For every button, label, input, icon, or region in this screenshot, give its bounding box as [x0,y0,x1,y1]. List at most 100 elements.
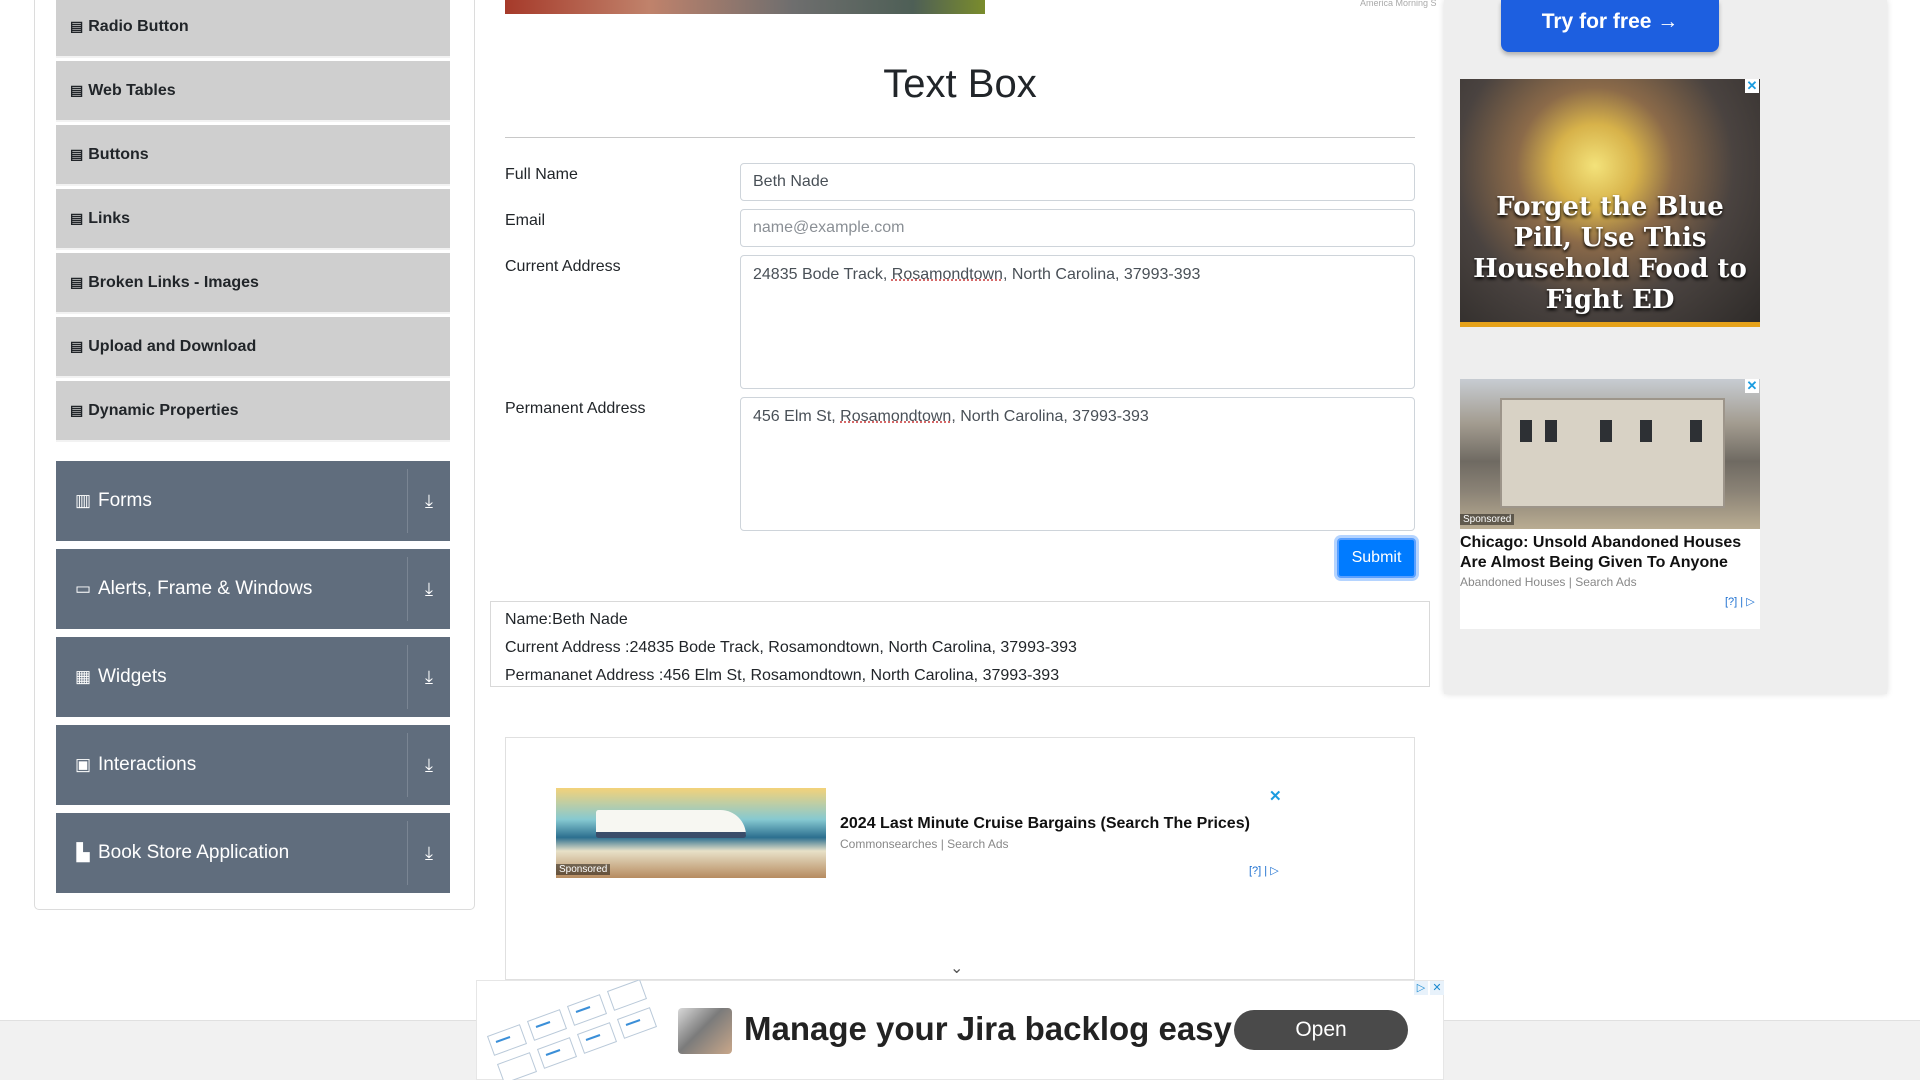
cruise-ship-shape [596,810,746,838]
nav-item-label: Upload and Download [88,337,257,355]
nav-item-web-tables[interactable]: ▤ Web Tables [56,61,450,122]
nav-item-broken-links[interactable]: ▤ Broken Links - Images [56,253,450,314]
house-window [1640,420,1652,442]
full-name-value: Beth Nade [753,173,829,190]
top-ad-image[interactable] [505,0,985,14]
nav-item-upload-download[interactable]: ▤ Upload and Download [56,317,450,378]
permanent-address-text-end: , North Carolina, 37993-393 [951,408,1149,425]
micro-ad-text: America Morning S [1360,0,1437,8]
divider [407,645,408,709]
interactions-icon: ▣ [74,755,92,774]
banner-thumbnail [678,1008,732,1054]
current-address-text-end: , North Carolina, 37993-393 [1002,266,1201,283]
submit-button[interactable]: Submit [1337,538,1416,578]
house-ad-source: Abandoned Houses | Search Ads [1460,575,1637,589]
download-arrow-icon[interactable]: ⤓ [417,838,441,868]
file-icon: ▤ [70,402,84,418]
nav-item-label: Broken Links - Images [88,273,259,291]
current-address-city: Rosamondtown [891,266,1003,283]
file-icon: ▤ [70,18,84,34]
close-icon[interactable]: ✕ [1745,379,1759,393]
current-address-text: 24835 Bode Track, [753,266,892,283]
title-divider [505,137,1415,138]
ad-info-text: [?] | [1725,596,1744,608]
banner-headline[interactable]: Manage your Jira backlog easy [744,1010,1232,1048]
nav-item-label: Dynamic Properties [88,401,239,419]
nav-group-forms[interactable]: ▥ Forms ⤓ [56,461,450,541]
house-window [1600,420,1612,442]
nav-item-label: Buttons [88,145,149,163]
download-arrow-icon[interactable]: ⤓ [417,574,441,604]
divider [407,733,408,797]
nav-group-book-store[interactable]: ▙ Book Store Application ⤓ [56,813,450,893]
nav-item-radio-button[interactable]: ▤ Radio Button [56,0,450,58]
nav-item-label: Web Tables [88,81,176,99]
cruise-ad-source: Commonsearches | Search Ads [840,837,1009,851]
divider [407,469,408,533]
ad-info-icon[interactable]: [?] | ▷ [1725,595,1755,608]
current-address-label: Current Address [505,258,621,275]
page: ▤ Radio Button ▤ Web Tables ▤ Buttons ▤ Link… [0,0,1920,1080]
permanent-address-city: Rosamondtown [840,408,952,425]
ad-info-icon[interactable]: [?] | ▷ [1249,864,1279,877]
bookstore-icon: ▙ [76,843,90,862]
banner-illustration [486,980,658,1080]
close-icon[interactable]: ✕ [1745,79,1759,93]
current-address-textarea[interactable]: 24835 Bode Track, Rosamondtown, North Ca… [740,255,1415,389]
nav-group-label: Book Store Application [98,842,290,863]
email-input[interactable]: name@example.com [740,209,1415,247]
download-arrow-icon[interactable]: ⤓ [417,486,441,516]
permanent-address-label: Permanent Address [505,400,646,417]
file-icon: ▤ [70,338,84,354]
nav-group-alerts[interactable]: ▭ Alerts, Frame & Windows ⤓ [56,549,450,629]
permanent-address-text: 456 Elm St, [753,408,841,425]
close-icon[interactable]: ✕ [1430,981,1444,995]
nav-group-label: Interactions [98,754,197,775]
cruise-sponsored-tag: Sponsored [556,864,611,875]
nav-group-widgets[interactable]: ▦ Widgets ⤓ [56,637,450,717]
nav-item-buttons[interactable]: ▤ Buttons [56,125,450,186]
divider [407,821,408,885]
nav-group-interactions[interactable]: ▣ Interactions ⤓ [56,725,450,805]
file-icon: ▤ [70,210,84,226]
full-name-input[interactable]: Beth Nade [740,163,1415,201]
ad-info-text: [?] | [1249,865,1268,877]
divider [407,557,408,621]
nav-group-label: Alerts, Frame & Windows [98,578,313,599]
file-icon: ▤ [70,82,84,98]
download-arrow-icon[interactable]: ⤓ [417,662,441,692]
cruise-ad-headline[interactable]: 2024 Last Minute Cruise Bargains (Search… [840,815,1250,833]
output-name: Name:Beth Nade [505,611,628,628]
email-label: Email [505,212,546,229]
house-window [1520,420,1532,442]
house-window [1690,420,1702,442]
banner-open-button[interactable]: Open [1234,1010,1408,1050]
nav-group-label: Widgets [98,666,167,687]
nav-group-label: Forms [98,490,152,511]
ad-orange-bar [1460,322,1760,327]
nav-item-label: Links [88,209,131,227]
output-current-address: Current Address :24835 Bode Track, Rosam… [505,639,1077,656]
widgets-icon: ▦ [74,667,92,686]
adchoices-icon: ▷ [1270,865,1279,877]
file-icon: ▤ [70,274,84,290]
email-placeholder: name@example.com [753,219,905,236]
house-window [1545,420,1557,442]
chevron-down-icon[interactable]: ⌄ [950,958,963,978]
nav-item-dynamic-properties[interactable]: ▤ Dynamic Properties [56,381,450,442]
house-sponsored-tag: Sponsored [1460,514,1515,525]
close-icon[interactable]: ✕ [1269,787,1282,805]
try-for-free-button[interactable]: Try for free → [1501,0,1719,52]
nav-item-links[interactable]: ▤ Links [56,189,450,250]
house-shape [1500,398,1725,508]
full-name-label: Full Name [505,166,578,183]
house-ad-headline[interactable]: Chicago: Unsold Abandoned Houses Are Alm… [1460,533,1760,573]
window-icon: ▭ [74,579,92,598]
nav-item-label: Radio Button [88,17,189,35]
permanent-address-textarea[interactable]: 456 Elm St, Rosamondtown, North Carolina… [740,397,1415,531]
output-panel: Name:Beth Nade Current Address :24835 Bo… [490,601,1430,687]
file-icon: ▤ [70,146,84,162]
ed-ad-headline[interactable]: Forget the Blue Pill, Use This Household… [1468,192,1752,316]
adchoices-icon[interactable]: ▷ [1414,981,1428,995]
download-arrow-icon[interactable]: ⤓ [417,750,441,780]
